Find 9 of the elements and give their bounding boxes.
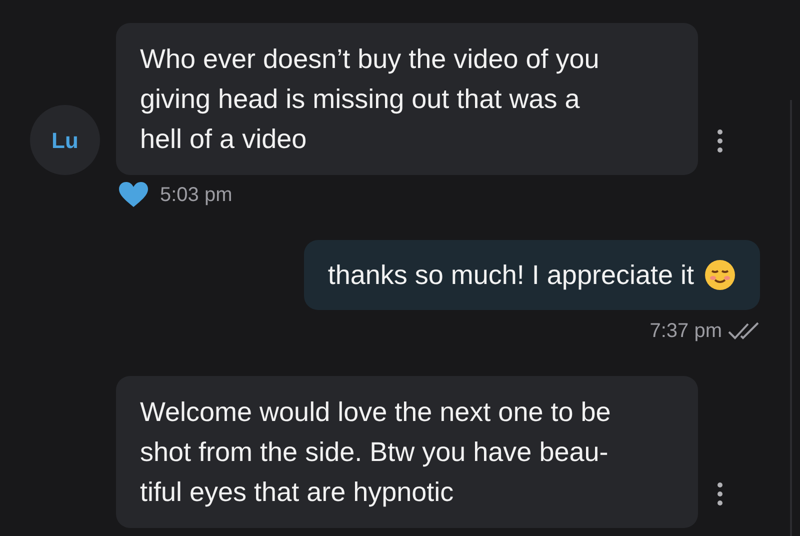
heart-icon[interactable] — [119, 182, 148, 208]
message-text: thanks so much! I appreciate it — [328, 259, 694, 292]
message-text: Who ever doesn’t buy the video of you giving head is missing out that was a hell of a video — [140, 43, 600, 156]
avatar[interactable]: Lu — [30, 105, 100, 175]
more-options-icon[interactable] — [717, 482, 723, 506]
more-options-icon[interactable] — [717, 129, 723, 153]
message-time: 7:37 pm — [650, 319, 722, 344]
message-time: 5:03 pm — [160, 183, 232, 208]
message-text: Welcome would love the next one to be shot from the side. Btw you have beau- tiful eyes that are hypnotic — [140, 396, 612, 509]
